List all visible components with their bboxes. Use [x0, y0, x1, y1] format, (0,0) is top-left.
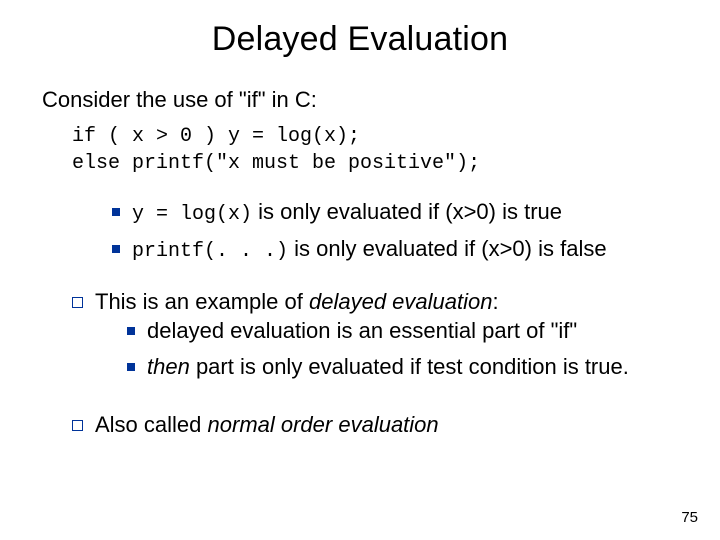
- para-em: then: [147, 354, 190, 379]
- sub-bullets: delayed evaluation is an essential part …: [127, 316, 678, 381]
- bullet-text: delayed evaluation is an essential part …: [147, 316, 678, 346]
- list-item: then part is only evaluated if test cond…: [127, 352, 678, 382]
- square-bullet-icon: [112, 208, 120, 216]
- hollow-square-bullet-icon: [72, 420, 83, 431]
- para-pre: This is an example of: [95, 289, 309, 314]
- page-number: 75: [681, 509, 698, 526]
- bullet-group-1: y = log(x) is only evaluated if (x>0) is…: [112, 197, 678, 265]
- list-item: This is an example of delayed evaluation…: [72, 287, 678, 388]
- list-item: y = log(x) is only evaluated if (x>0) is…: [112, 197, 678, 228]
- inline-code: y = log(x): [132, 203, 252, 226]
- square-bullet-icon: [127, 363, 135, 371]
- bullet-text: y = log(x) is only evaluated if (x>0) is…: [132, 197, 678, 228]
- bullet-text-rest: is only evaluated if (x>0) is true: [252, 199, 562, 224]
- bullet-text-rest: is only evaluated if (x>0) is false: [288, 236, 607, 261]
- bullet-text: This is an example of delayed evaluation…: [95, 287, 678, 388]
- hollow-square-bullet-icon: [72, 297, 83, 308]
- para-post: :: [492, 289, 498, 314]
- list-item: printf(. . .) is only evaluated if (x>0)…: [112, 234, 678, 265]
- bullet-group-2: This is an example of delayed evaluation…: [72, 287, 678, 440]
- inline-code: printf(. . .): [132, 240, 288, 263]
- list-item: Also called normal order evaluation: [72, 410, 678, 440]
- para-rest: part is only evaluated if test condition…: [190, 354, 629, 379]
- bullet-text: then part is only evaluated if test cond…: [147, 352, 678, 382]
- bullet-text: printf(. . .) is only evaluated if (x>0)…: [132, 234, 678, 265]
- slide: Delayed Evaluation Consider the use of "…: [0, 0, 720, 540]
- para-em: normal order evaluation: [208, 412, 439, 437]
- slide-content: Consider the use of "if" in C: if ( x > …: [0, 65, 720, 439]
- para-pre: Also called: [95, 412, 208, 437]
- square-bullet-icon: [127, 327, 135, 335]
- bullet-text: Also called normal order evaluation: [95, 410, 678, 440]
- intro-text: Consider the use of "if" in C:: [42, 85, 678, 115]
- code-block: if ( x > 0 ) y = log(x); else printf("x …: [72, 123, 678, 177]
- square-bullet-icon: [112, 245, 120, 253]
- para-em: delayed evaluation: [309, 289, 492, 314]
- slide-title: Delayed Evaluation: [0, 0, 720, 65]
- list-item: delayed evaluation is an essential part …: [127, 316, 678, 346]
